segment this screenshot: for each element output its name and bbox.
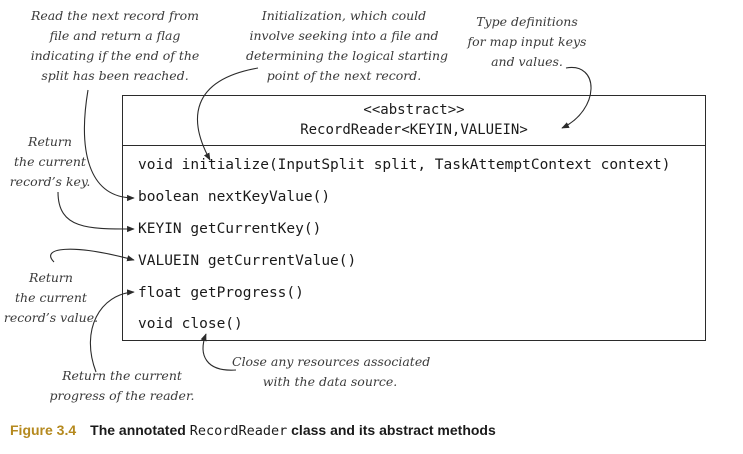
arrow-progress — [89, 289, 135, 373]
caption-text-after: class and its abstract methods — [287, 422, 496, 438]
caption-class-name: RecordReader — [189, 423, 288, 439]
arrow-current-value — [50, 248, 135, 263]
annotation-arrows — [50, 67, 592, 373]
arrow-type-definitions — [561, 67, 592, 129]
arrow-initialize — [197, 67, 259, 161]
arrow-current-key — [57, 191, 135, 233]
caption-text-before: The annotated — [90, 422, 190, 438]
figure-label: Figure 3.4 — [10, 422, 77, 438]
arrow-next-key-value — [83, 89, 135, 202]
figure-caption: Figure 3.4 The annotated RecordReader cla… — [10, 422, 496, 439]
arrow-close — [200, 333, 237, 371]
